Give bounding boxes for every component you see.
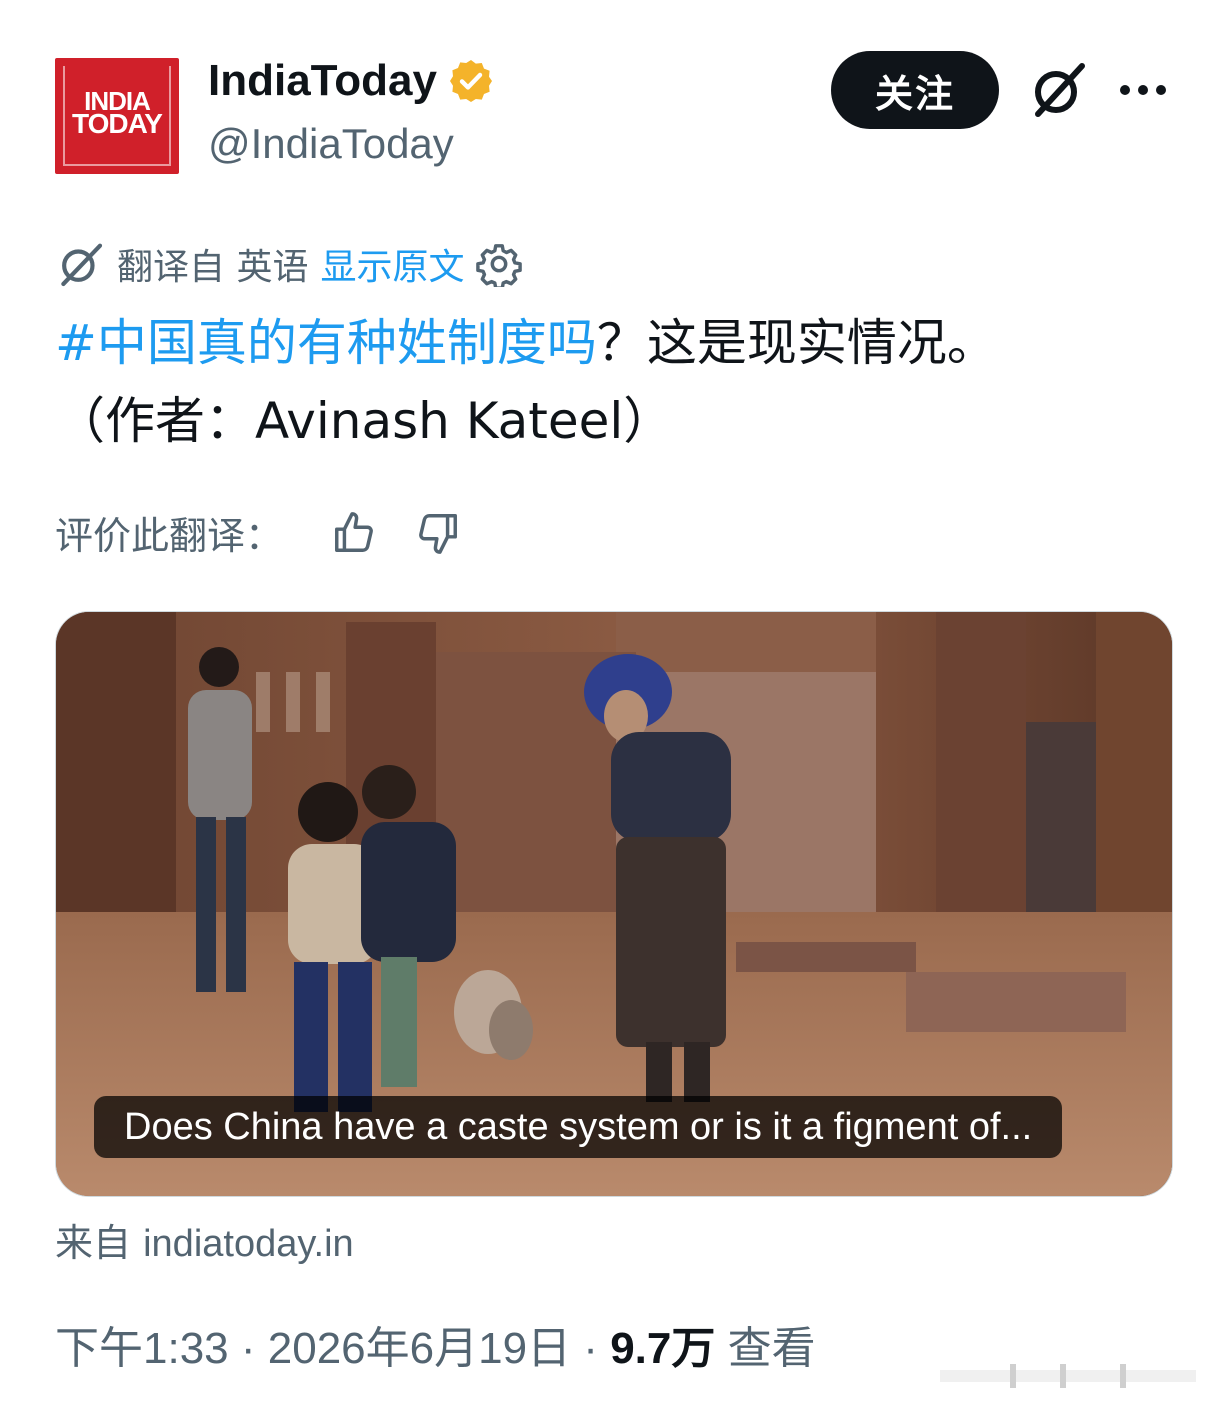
- dot: [1138, 85, 1148, 95]
- tweet-date[interactable]: 2026年6月19日: [268, 1324, 571, 1373]
- hashtag-link[interactable]: #中国真的有种姓制度吗: [55, 314, 597, 372]
- grok-icon[interactable]: [1028, 60, 1088, 120]
- rate-translation-label: 评价此翻译：: [55, 514, 284, 558]
- tweet-line-1: #中国真的有种姓制度吗？这是现实情况。: [55, 304, 1175, 382]
- tweet-text: #中国真的有种姓制度吗？这是现实情况。 （作者：Avinash Kateel）: [55, 304, 1175, 460]
- india-today-logo[interactable]: INDIA TODAY: [55, 58, 179, 174]
- tweet-line-2: （作者：Avinash Kateel）: [55, 392, 674, 450]
- tweet-meta: 下午1:33 · 2026年6月19日 · 9.7万 查看: [55, 1312, 816, 1376]
- source-domain[interactable]: indiatoday.in: [143, 1223, 354, 1265]
- account-name-row: IndiaToday: [208, 56, 495, 106]
- rate-translation-row: 评价此翻译：: [55, 505, 461, 560]
- dot: [1156, 85, 1166, 95]
- views-label: 查看: [727, 1324, 816, 1373]
- views-count: 9.7万: [610, 1324, 716, 1373]
- thumbs-up-icon[interactable]: [331, 510, 377, 556]
- meta-separator: ·: [240, 1324, 256, 1373]
- account-handle[interactable]: @IndiaToday: [208, 120, 454, 168]
- gear-icon[interactable]: [476, 241, 523, 287]
- thumbs-down-icon[interactable]: [415, 510, 461, 556]
- verified-badge-icon: [449, 60, 492, 102]
- dot: [1120, 85, 1130, 95]
- tweet-text-rest: ？这是现实情况。: [596, 314, 997, 372]
- translation-row: 翻译自 英语 显示原文: [55, 238, 523, 290]
- tweet-time[interactable]: 下午1:33: [55, 1324, 229, 1373]
- link-preview-card[interactable]: Does China have a caste system or is it …: [55, 611, 1173, 1197]
- grok-translate-icon: [61, 243, 103, 287]
- display-name[interactable]: IndiaToday: [208, 56, 437, 106]
- meta-separator: ·: [583, 1324, 598, 1373]
- card-caption: Does China have a caste system or is it …: [94, 1096, 1063, 1158]
- show-original-link[interactable]: 显示原文: [320, 238, 464, 290]
- logo-text-line2: TODAY: [72, 108, 163, 139]
- translated-from-label: 翻译自 英语: [117, 247, 309, 288]
- more-options-icon[interactable]: [1120, 80, 1170, 100]
- watermark-graphic: [940, 1364, 1196, 1388]
- source-prefix: 来自: [55, 1221, 132, 1265]
- follow-button[interactable]: 关注: [831, 51, 999, 129]
- card-source[interactable]: 来自 indiatoday.in: [55, 1212, 354, 1267]
